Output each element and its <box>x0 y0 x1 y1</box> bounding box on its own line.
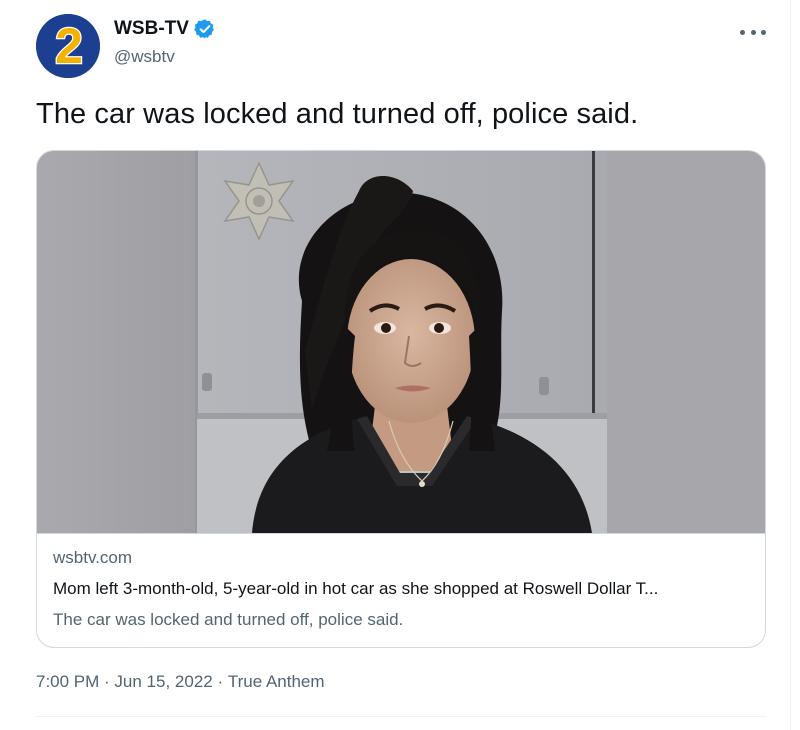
divider <box>36 716 766 717</box>
card-divider <box>37 533 765 534</box>
card-description: The car was locked and turned off, polic… <box>53 610 404 629</box>
avatar-number: 2 <box>55 18 83 74</box>
account-name-row[interactable]: WSB-TV <box>114 18 216 40</box>
card-title: Mom left 3-month-old, 5-year-old in hot … <box>53 579 659 598</box>
avatar[interactable]: 2 <box>36 14 100 78</box>
more-options-icon[interactable] <box>740 22 766 42</box>
tweet-date[interactable]: Jun 15, 2022 <box>114 672 212 692</box>
tweet: 2 WSB-TV @wsbtv The car was locked and t… <box>0 0 790 730</box>
account-handle[interactable]: @wsbtv <box>114 47 175 67</box>
more-dot <box>740 29 745 35</box>
meta-separator: · <box>99 672 115 691</box>
mugshot-photo[interactable] <box>37 151 765 533</box>
channel-2-logo-icon: 2 <box>36 14 100 78</box>
tweet-text: The car was locked and turned off, polic… <box>36 98 639 130</box>
meta-separator: · <box>212 672 228 691</box>
verified-badge-icon <box>194 18 216 40</box>
card-domain: wsbtv.com <box>53 548 133 567</box>
more-dot <box>750 29 756 35</box>
display-name[interactable]: WSB-TV <box>114 18 189 40</box>
tweet-source[interactable]: True Anthem <box>228 672 325 692</box>
tweet-time[interactable]: 7:00 PM <box>36 672 99 692</box>
link-card[interactable]: wsbtv.com Mom left 3-month-old, 5-year-o… <box>36 150 766 648</box>
more-dot <box>761 29 766 35</box>
column-border <box>790 0 791 730</box>
tweet-meta: 7:00 PM · Jun 15, 2022 · True Anthem <box>36 672 325 692</box>
